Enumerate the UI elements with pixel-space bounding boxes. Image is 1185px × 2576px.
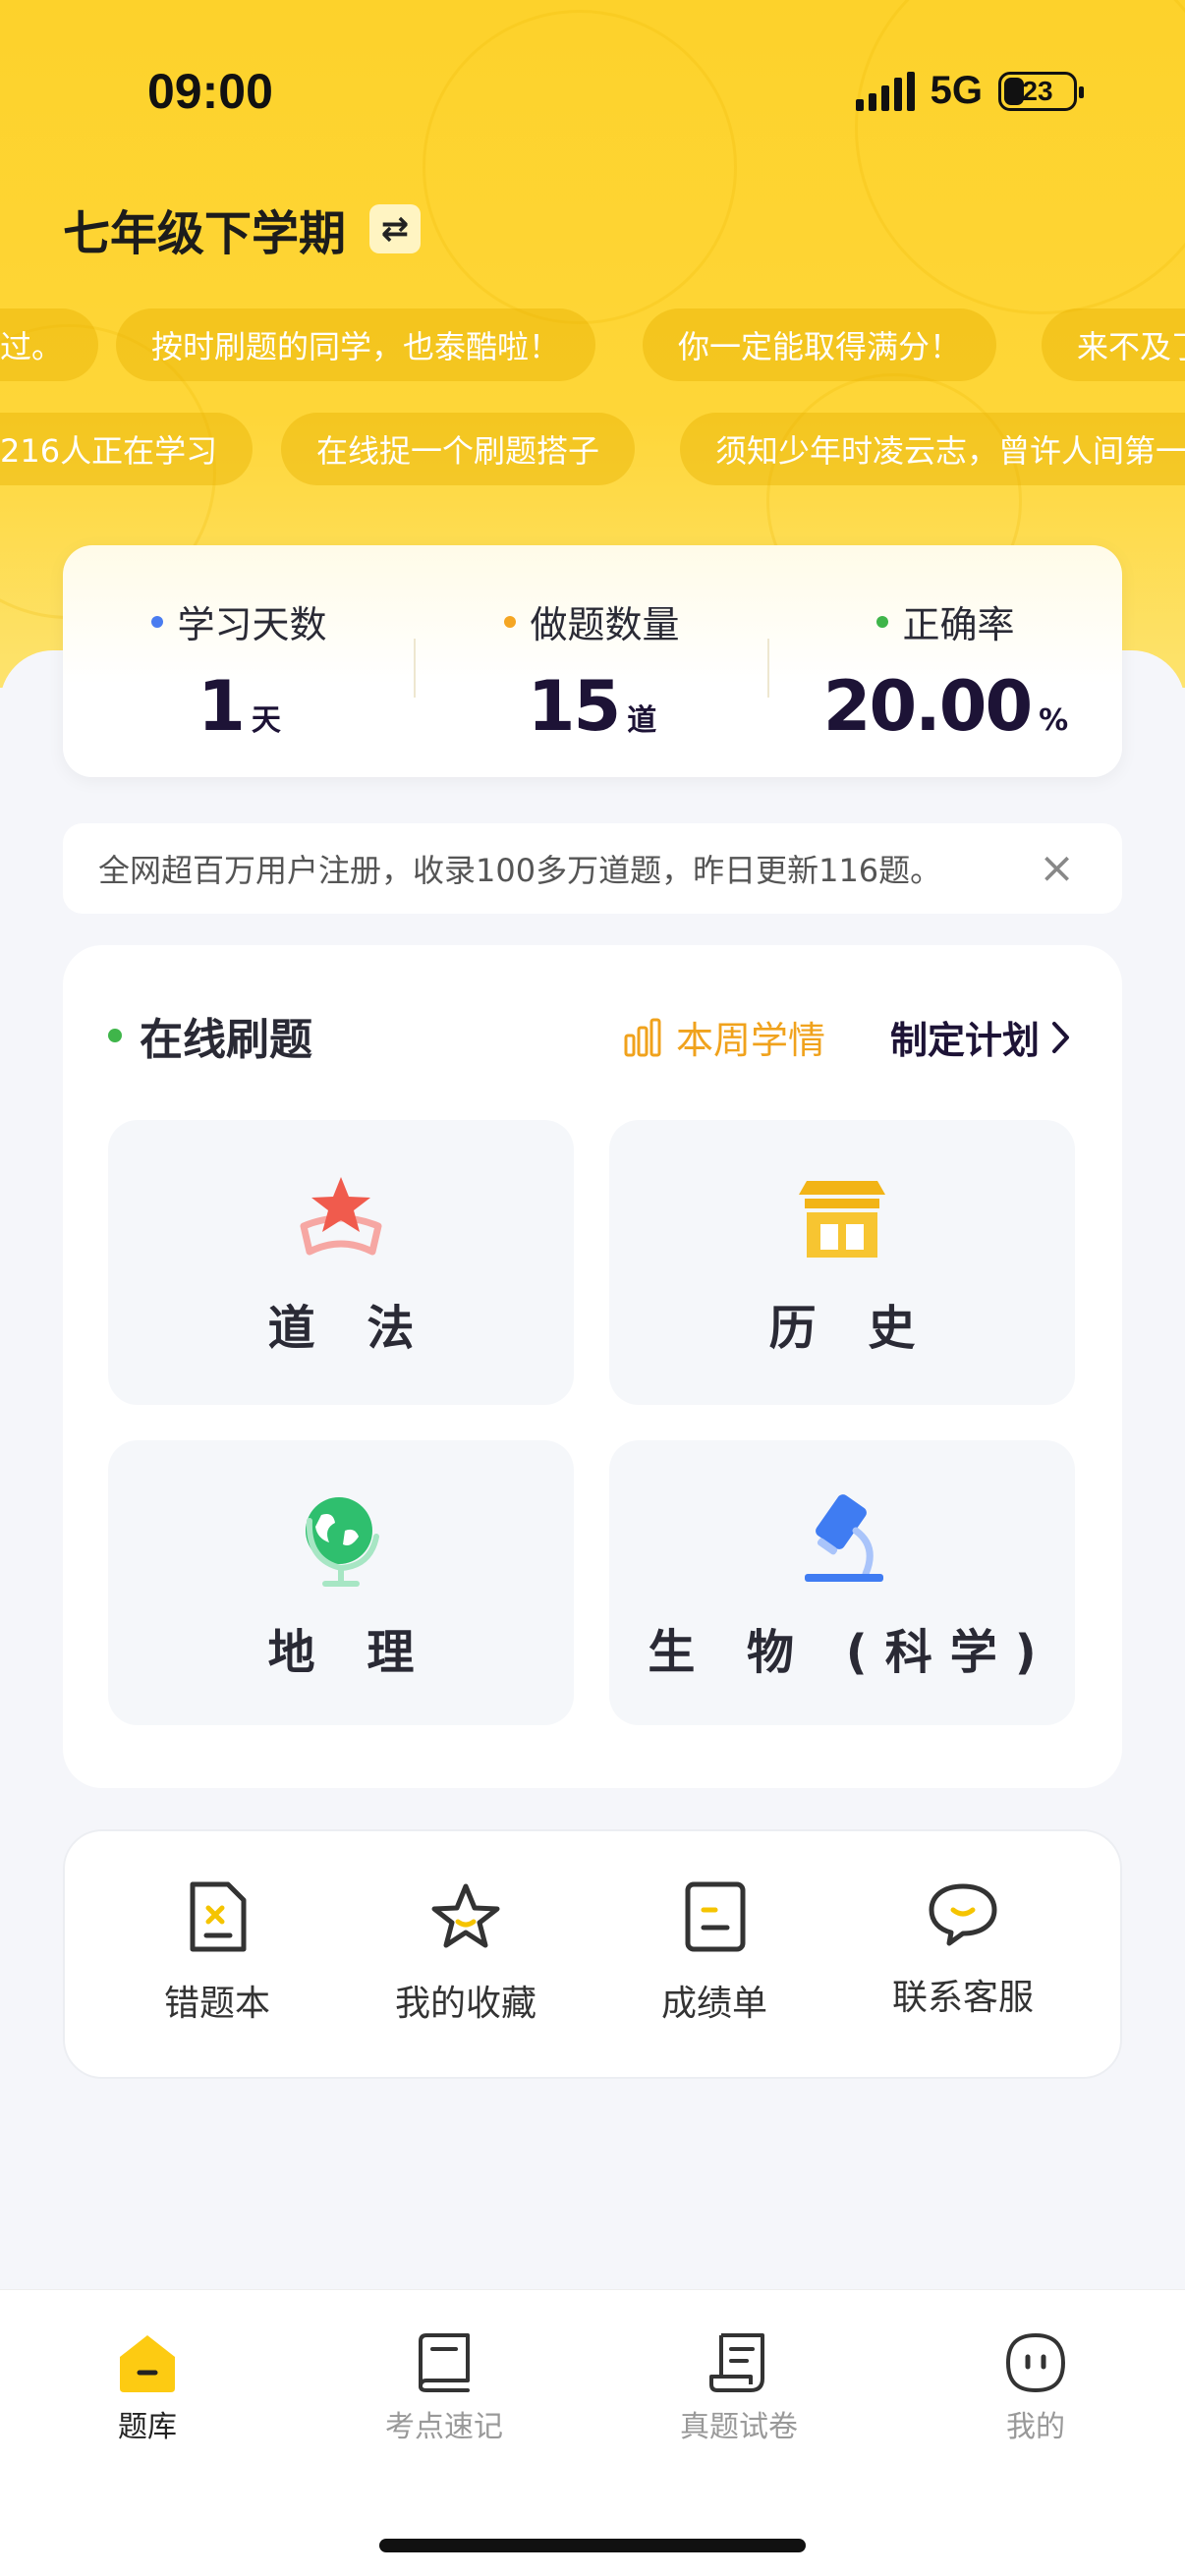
tool-label: 错题本: [163, 1984, 270, 2024]
stat-label: 做题数量: [530, 603, 680, 646]
tab-question-bank[interactable]: 题库: [0, 2331, 295, 2445]
subject-tile-history[interactable]: 历 史: [609, 1120, 1075, 1405]
stat-label: 学习天数: [177, 603, 327, 646]
subject-label: 历 史: [768, 1301, 933, 1356]
profile-icon: [1005, 2332, 1066, 2393]
tool-label: 我的收藏: [394, 1984, 536, 2024]
tool-label: 成绩单: [660, 1984, 767, 2024]
notice-text: 全网超百万用户注册，收录100多万道题，昨日更新116题。: [98, 852, 942, 889]
network-type: 5G: [930, 69, 983, 112]
stat-unit: 道: [627, 703, 657, 738]
tab-label: 题库: [118, 2410, 177, 2444]
status-indicators: 5G 23: [855, 69, 1084, 113]
subject-tile-biology[interactable]: 生 物 (科学): [609, 1440, 1075, 1725]
building-icon: [799, 1181, 885, 1258]
battery-level: 23: [1022, 75, 1053, 106]
status-time: 09:00: [147, 64, 273, 119]
marquee-pill: 按时刷题的同学，也泰酷啦！: [116, 308, 596, 381]
scroll-icon: [709, 2333, 764, 2392]
tools-card: 错题本 我的收藏 成绩单 联系客服: [63, 1829, 1122, 2079]
tab-mine[interactable]: 我的: [888, 2331, 1183, 2445]
marquee-pill: 须知少年时凌云志，曾许人间第一: [680, 413, 1185, 485]
star-icon: [431, 1883, 500, 1948]
grade-selector[interactable]: 七年级下学期 ⇄: [63, 195, 422, 263]
microscope-icon: [805, 1494, 883, 1582]
subject-tile-morality-law[interactable]: 道 法: [108, 1120, 574, 1405]
star-badge-icon: [300, 1177, 382, 1256]
marquee-pill: 在线捉一个刷题搭子: [281, 413, 636, 485]
chat-bubble-icon: [929, 1883, 997, 1946]
stat-dot: [504, 615, 517, 628]
stat-value: 15: [527, 666, 621, 747]
stat-value: 20.00: [822, 666, 1033, 747]
tab-past-papers[interactable]: 真题试卷: [592, 2331, 886, 2445]
title-dot: [108, 1029, 122, 1042]
stat-study-days: 学习天数 1天: [63, 594, 416, 747]
section-title-text: 在线刷题: [140, 1015, 312, 1065]
mistake-book-icon: [190, 1881, 247, 1952]
battery-icon: 23: [998, 71, 1084, 111]
stat-unit: %: [1039, 703, 1069, 738]
marquee-pill: 216人正在学习: [0, 413, 254, 485]
notice-bar: 全网超百万用户注册，收录100多万道题，昨日更新116题。 ×: [63, 823, 1122, 914]
stats-card: 学习天数 1天 做题数量 15 道 正确率 20.00%: [63, 545, 1122, 777]
globe-icon: [306, 1497, 379, 1587]
bottom-tab-bar: 题库 考点速记 真题试卷 我的: [0, 2289, 1185, 2576]
chevron-right-icon: [1052, 1021, 1069, 1053]
stat-unit: 天: [251, 703, 281, 738]
online-practice-card: 在线刷题 本周学情 制定计划 道 法 历 史 地 理 生 物 (科学): [63, 945, 1122, 1788]
stat-label: 正确率: [902, 603, 1015, 646]
subject-label: 地 理: [267, 1625, 432, 1680]
tab-label: 考点速记: [385, 2410, 503, 2444]
home-indicator[interactable]: [379, 2539, 806, 2552]
tool-my-favorites[interactable]: 我的收藏: [348, 1880, 584, 2026]
tool-report-card[interactable]: 成绩单: [596, 1880, 832, 2026]
switch-grade-icon[interactable]: ⇄: [369, 204, 422, 253]
tool-mistake-book[interactable]: 错题本: [99, 1880, 335, 2026]
stat-accuracy: 正确率 20.00%: [769, 594, 1122, 747]
close-icon[interactable]: ×: [1039, 845, 1075, 892]
marquee-pill: 过。: [0, 308, 99, 381]
stat-question-count: 做题数量 15 道: [416, 594, 768, 747]
tab-label: 我的: [1006, 2410, 1065, 2444]
stat-dot: [876, 615, 889, 628]
report-card-icon: [685, 1881, 746, 1952]
tool-customer-service[interactable]: 联系客服: [845, 1880, 1081, 2020]
marquee-pill: 来不及了: [1042, 308, 1185, 381]
book-icon: [419, 2333, 470, 2392]
subject-label: 生 物 (科学): [648, 1625, 1054, 1680]
home-icon: [120, 2335, 175, 2392]
tab-key-points[interactable]: 考点速记: [297, 2331, 592, 2445]
bar-chart-icon: [624, 1018, 661, 1056]
stat-value: 1: [198, 666, 246, 747]
section-title: 在线刷题: [108, 1004, 312, 1067]
signal-icon: [855, 71, 915, 111]
subject-label: 道 法: [267, 1301, 432, 1356]
marquee-pill: 你一定能取得满分！: [643, 308, 997, 381]
stat-dot: [151, 615, 164, 628]
grade-title: 七年级下学期: [63, 206, 347, 261]
tool-label: 联系客服: [891, 1978, 1034, 2018]
tab-label: 真题试卷: [680, 2410, 798, 2444]
weekly-stats-label: 本周学情: [676, 1019, 826, 1062]
make-plan-label: 制定计划: [889, 1019, 1040, 1062]
subject-tile-geography[interactable]: 地 理: [108, 1440, 574, 1725]
weekly-stats-link[interactable]: 本周学情: [623, 1010, 825, 1064]
make-plan-button[interactable]: 制定计划: [890, 1010, 1071, 1064]
